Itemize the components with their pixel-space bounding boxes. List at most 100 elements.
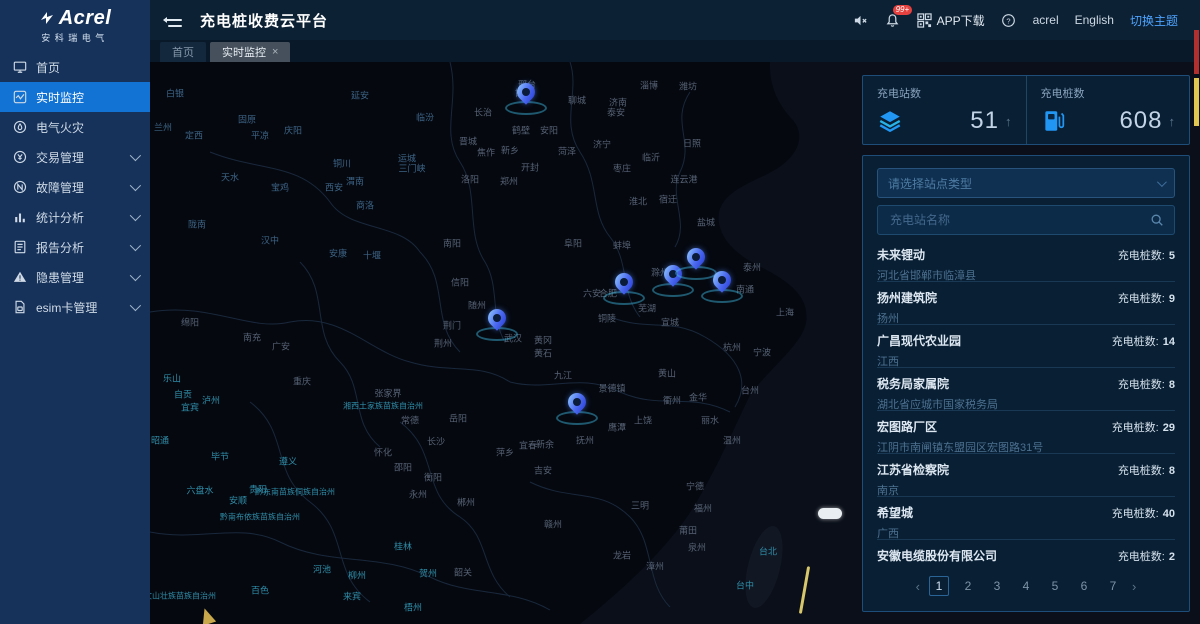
map-city-label: 蚌埠 [613, 239, 631, 252]
stat-stations-label: 充电站数 [877, 85, 1012, 101]
station-location: 江阴市南闸镇东盟园区宏图路31号 [877, 439, 1175, 455]
map-city-label: 阜阳 [564, 237, 582, 250]
map-city-label: 三明 [631, 499, 649, 512]
sidebar-item-fault[interactable]: 故障管理 [0, 172, 150, 202]
map-city-label: 渭南 [346, 175, 364, 188]
notification-badge: 99+ [893, 5, 913, 15]
tab-close-icon[interactable]: × [272, 46, 278, 58]
map-city-label: 平凉 [251, 129, 269, 142]
map-city-label: 汉中 [261, 234, 279, 247]
sidebar-item-home[interactable]: 首页 [0, 52, 150, 82]
station-location: 江西 [877, 353, 1175, 369]
pagination-page-5[interactable]: 5 [1045, 576, 1065, 596]
map-city-label: 韶关 [454, 566, 472, 579]
map-city-label: 黄冈 [534, 334, 552, 347]
site-type-select[interactable]: 请选择站点类型 [877, 168, 1175, 198]
tab-实时监控[interactable]: 实时监控 × [210, 42, 290, 62]
map-city-label: 新乡 [501, 144, 519, 157]
map-city-label: 衢州 [663, 394, 681, 407]
map-city-label: 宁德 [686, 480, 704, 493]
pagination-page-4[interactable]: 4 [1016, 576, 1036, 596]
app-download-button[interactable]: APP下载 [917, 12, 985, 29]
pagination-page-6[interactable]: 6 [1074, 576, 1094, 596]
map-city-label: 安阳 [540, 124, 558, 137]
tab-label: 实时监控 [222, 44, 266, 60]
station-list-item[interactable]: 税务局家属院充电桩数:8湖北省应城市国家税务局 [877, 368, 1175, 411]
help-icon[interactable]: ? [1001, 12, 1017, 28]
map-city-label: 漳州 [646, 560, 664, 573]
theme-switch-link[interactable]: 切换主题 [1130, 12, 1178, 29]
station-name: 安徽电缆股份有限公司 [877, 547, 997, 564]
map-city-label: 兰州 [154, 121, 172, 134]
sidebar-item-stats[interactable]: 统计分析 [0, 202, 150, 232]
station-pile-count: 充电桩数:5 [1118, 247, 1175, 263]
map-city-label: 宿迁 [659, 193, 677, 206]
map-city-label: 怀化 [374, 446, 392, 459]
station-pile-count: 充电桩数:9 [1118, 290, 1175, 306]
tab-首页[interactable]: 首页 [160, 42, 206, 62]
pagination-prev[interactable]: ‹ [916, 579, 920, 594]
scrollbar-yellow-segment[interactable] [1194, 78, 1199, 126]
mute-icon[interactable] [853, 12, 869, 28]
station-list-item[interactable]: 安徽电缆股份有限公司充电桩数:2安徽 [877, 540, 1175, 569]
map-city-label: 莆田 [679, 524, 697, 537]
pagination-page-7[interactable]: 7 [1103, 576, 1123, 596]
collapse-menu-icon[interactable] [164, 13, 182, 27]
chevron-down-icon [1157, 177, 1167, 187]
scrollbar-red-segment[interactable] [1194, 30, 1199, 74]
fault-icon [12, 180, 27, 195]
map-city-label: 梧州 [404, 601, 422, 614]
map-city-label: 衡阳 [424, 471, 442, 484]
language-switch[interactable]: English [1075, 13, 1114, 27]
station-list-item[interactable]: 广昌现代农业园充电桩数:14江西 [877, 325, 1175, 368]
sidebar-item-trade[interactable]: 交易管理 [0, 142, 150, 172]
search-icon[interactable] [1150, 213, 1164, 227]
map-city-label: 来宾 [343, 590, 361, 603]
station-list-item[interactable]: 未来锂动充电桩数:5河北省邯郸市临漳县 [877, 239, 1175, 282]
map-city-label: 日照 [683, 137, 701, 150]
station-list-item[interactable]: 扬州建筑院充电桩数:9扬州 [877, 282, 1175, 325]
map-city-label: 铜陵 [598, 312, 616, 325]
sidebar-item-report[interactable]: 报告分析 [0, 232, 150, 262]
map-city-label: 焦作 [477, 146, 495, 159]
sidebar-item-realtime[interactable]: 实时监控 [0, 82, 150, 112]
sidebar-item-fire[interactable]: 电气火灾 [0, 112, 150, 142]
station-list-item[interactable]: 宏图路厂区充电桩数:29江阴市南闸镇东盟园区宏图路31号 [877, 411, 1175, 454]
notification-bell-icon[interactable]: 99+ [885, 12, 901, 28]
map-city-label: 广安 [272, 340, 290, 353]
sidebar: Acrel 安科瑞电气 首页实时监控电气火灾交易管理故障管理统计分析报告分析隐患… [0, 0, 150, 624]
pagination-page-2[interactable]: 2 [958, 576, 978, 596]
map-city-label: 淄博 [640, 79, 658, 92]
stats-card: 充电站数 51 ↑ 充电桩数 608 ↑ [862, 75, 1190, 145]
stat-stations-value: 51 [970, 107, 999, 135]
stat-piles: 充电桩数 608 ↑ [1026, 76, 1190, 144]
station-list-item[interactable]: 江苏省检察院充电桩数:8南京 [877, 454, 1175, 497]
pagination-page-1[interactable]: 1 [929, 576, 949, 596]
map-city-label: 延安 [351, 89, 369, 102]
map-city-label: 新余 [536, 438, 554, 451]
map-city-label: 连云港 [670, 173, 697, 186]
map-city-label: 抚州 [576, 434, 594, 447]
station-search-input[interactable] [888, 212, 1150, 228]
map-city-label: 柳州 [348, 569, 366, 582]
map-city-label: 白银 [166, 87, 184, 100]
pagination-page-3[interactable]: 3 [987, 576, 1007, 596]
map-city-label: 吉安 [534, 464, 552, 477]
map-city-label: 宣城 [661, 316, 679, 329]
station-list-item[interactable]: 希望城充电桩数:40广西 [877, 497, 1175, 540]
sidebar-item-hazard[interactable]: 隐患管理 [0, 262, 150, 292]
username[interactable]: acrel [1033, 13, 1059, 27]
simcard-icon [12, 300, 27, 315]
pagination-next[interactable]: › [1132, 579, 1136, 594]
sidebar-item-label: 隐患管理 [36, 269, 84, 286]
map-city-label: 芜湖 [638, 302, 656, 315]
map-city-label: 枣庄 [613, 162, 631, 175]
tab-bar: 首页实时监控 × [150, 40, 1200, 62]
station-location: 南京 [877, 482, 1175, 498]
station-pile-count: 充电桩数:14 [1112, 333, 1175, 349]
sidebar-item-label: 首页 [36, 59, 60, 76]
map-city-label: 台北 [759, 545, 777, 558]
page-title: 充电桩收费云平台 [200, 10, 328, 31]
sidebar-item-esim[interactable]: esim卡管理 [0, 292, 150, 322]
brand-logo-icon [39, 10, 55, 26]
